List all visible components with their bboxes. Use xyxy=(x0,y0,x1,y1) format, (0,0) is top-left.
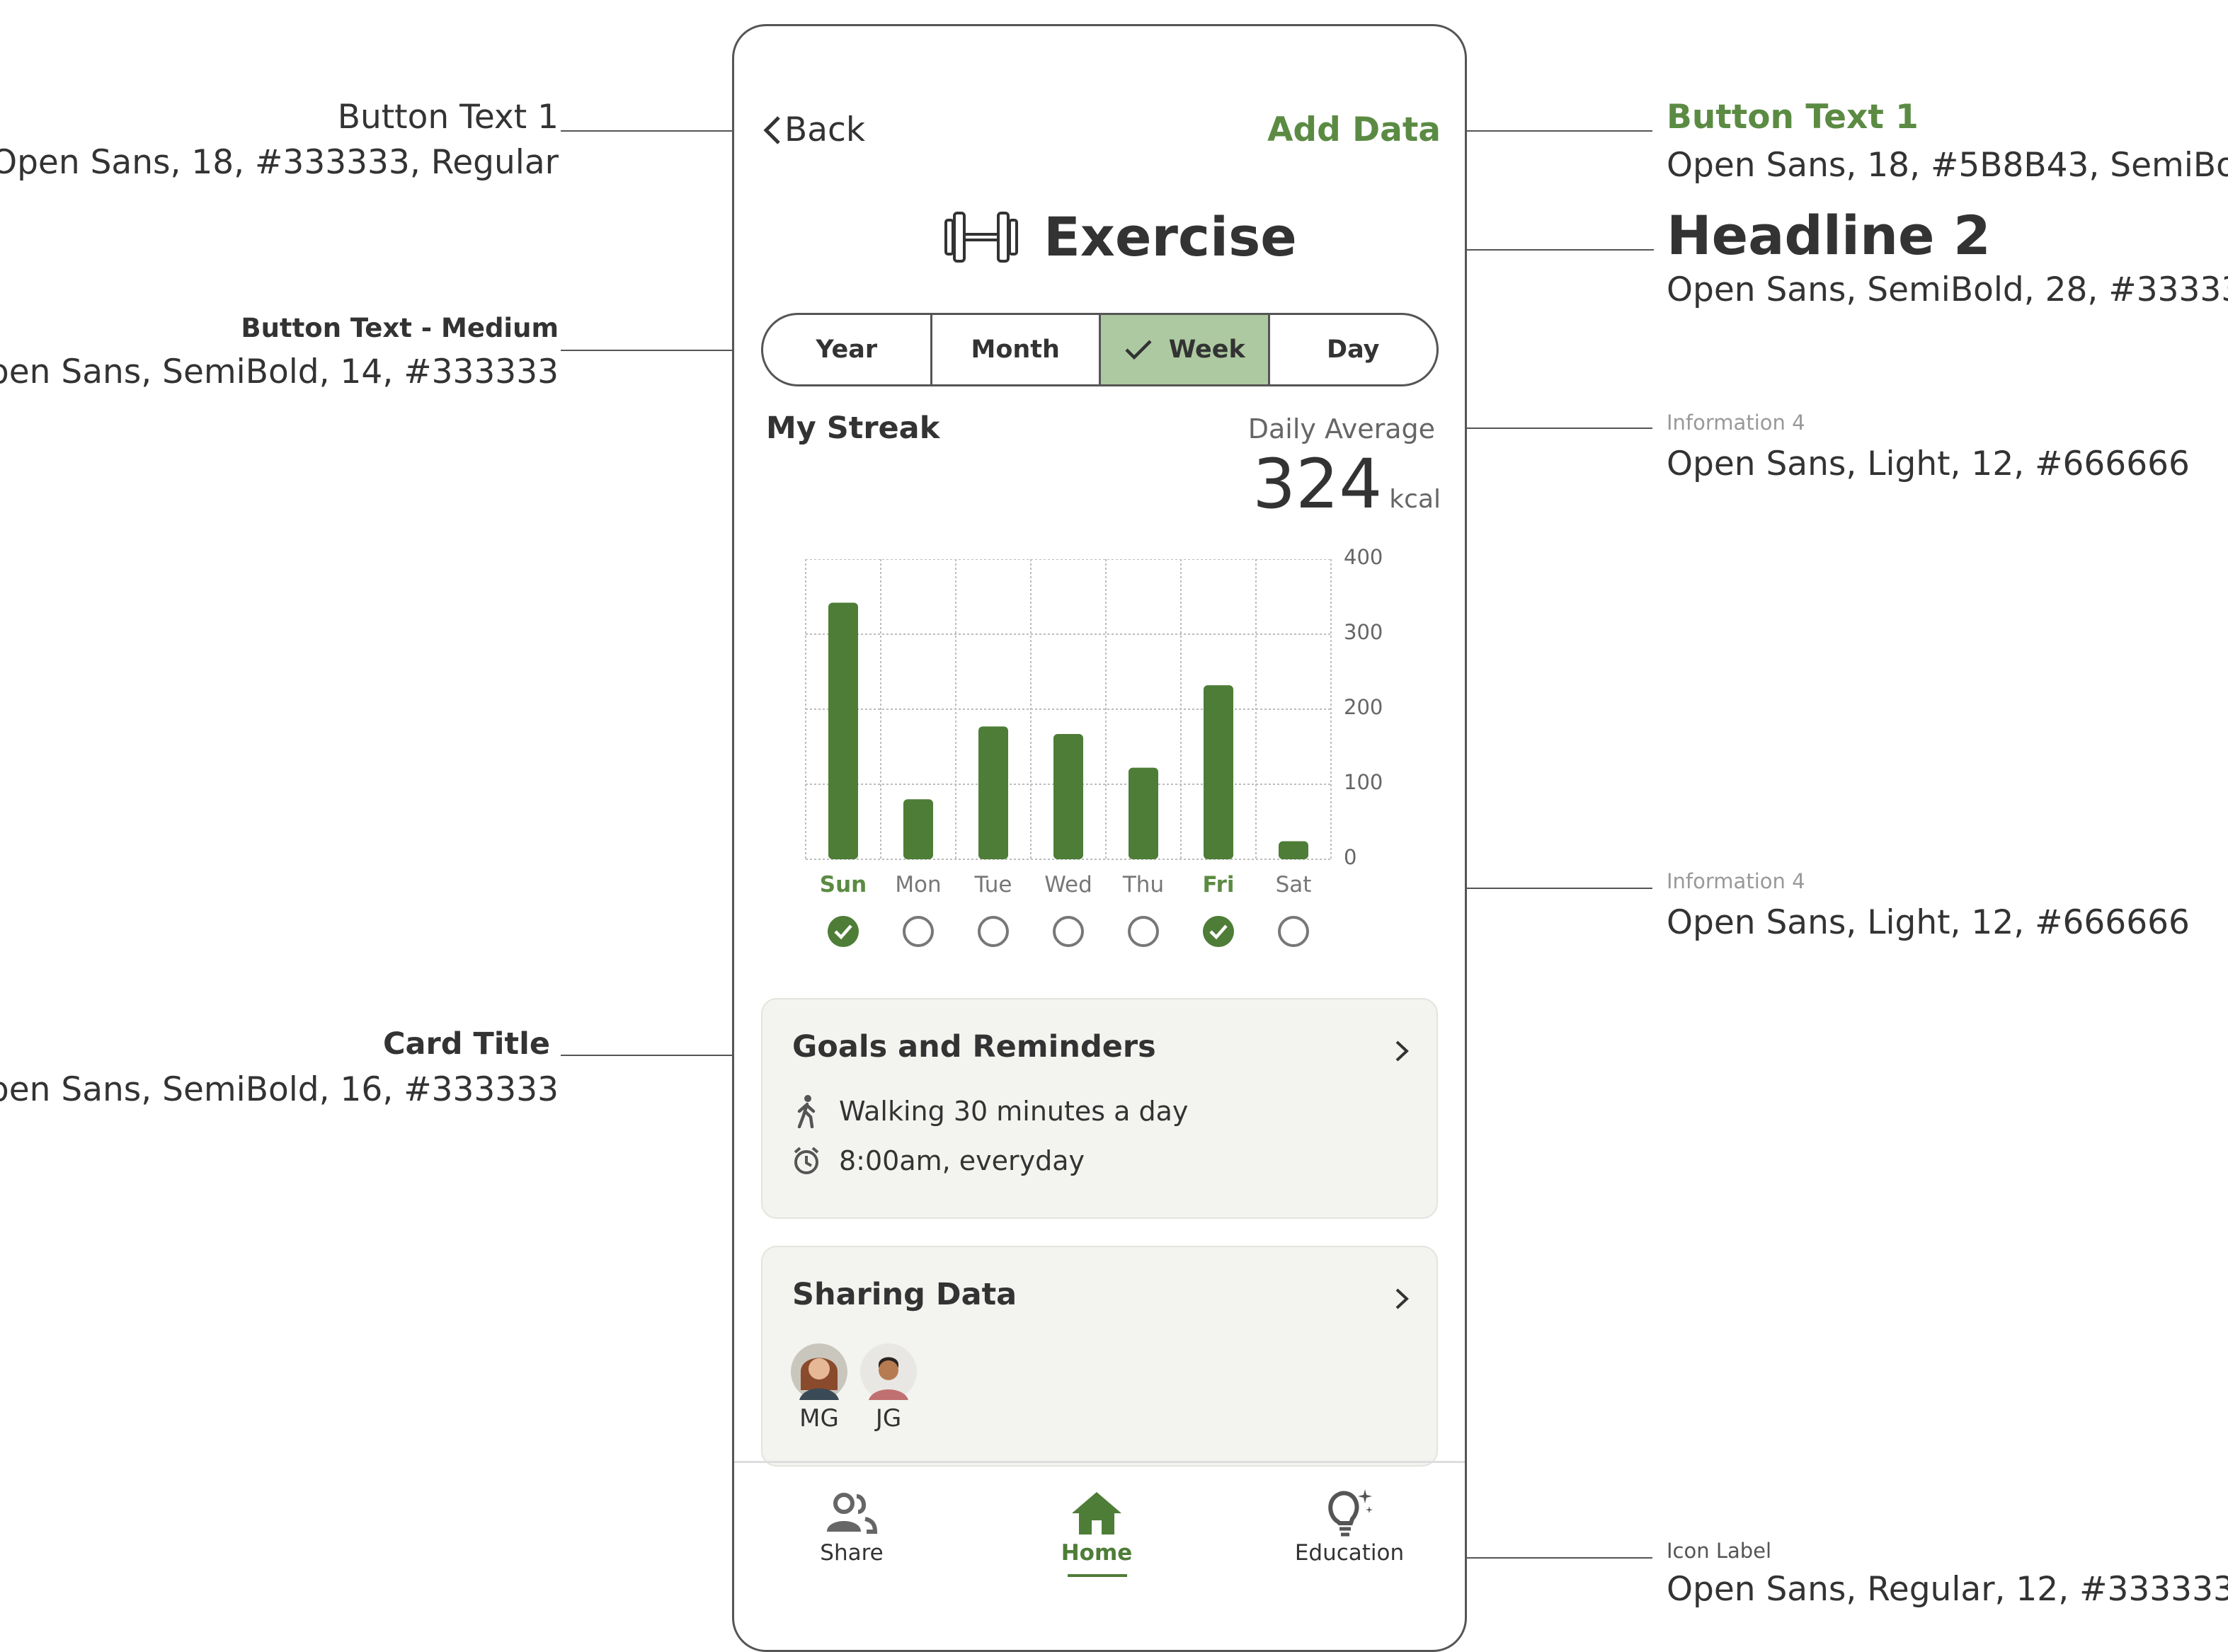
walking-icon xyxy=(797,1095,816,1128)
annotation-add-spec: Open Sans, 18, #5B8B43, SemiBold xyxy=(1667,146,2228,185)
y-tick-label: 400 xyxy=(1344,545,1383,569)
annotation-icon-name: Icon Label xyxy=(1667,1539,1772,1563)
bar-mon xyxy=(903,799,933,859)
streak-title: My Streak xyxy=(766,411,940,446)
daily-average-unit: kcal xyxy=(1389,485,1441,514)
annotation-seg-spec: Open Sans, SemiBold, 14, #333333 xyxy=(0,352,559,391)
alarm-clock-icon xyxy=(794,1147,819,1174)
completion-circle-sun[interactable] xyxy=(828,916,859,947)
add-data-button[interactable]: Add Data xyxy=(1267,110,1441,149)
checkmark-icon xyxy=(834,924,852,940)
x-tick-label-sun: Sun xyxy=(819,872,867,897)
chevron-left-icon xyxy=(763,115,780,144)
tab-week-label: Week xyxy=(1168,335,1245,364)
goals-card-title: Goals and Reminders xyxy=(792,1029,1156,1065)
bar-sun xyxy=(828,602,858,859)
annotation-avg-spec: Open Sans, Light, 12, #666666 xyxy=(1667,444,2190,483)
x-tick-label-tue: Tue xyxy=(974,872,1012,897)
annotation-avg-name: Information 4 xyxy=(1667,411,1805,435)
x-tick-label-mon: Mon xyxy=(895,872,942,897)
annotation-seg-name: Button Text - Medium xyxy=(241,313,559,343)
y-tick-label: 100 xyxy=(1344,770,1383,794)
annotation-icon-spec: Open Sans, Regular, 12, #333333 xyxy=(1667,1570,2228,1609)
period-segmented-control: Year Month Week Day xyxy=(761,313,1439,386)
annotation-back-spec: Open Sans, 18, #333333, Regular xyxy=(0,143,559,182)
completion-circle-mon[interactable] xyxy=(903,916,934,947)
home-icon xyxy=(1072,1492,1121,1535)
checkmark-icon xyxy=(1209,924,1228,940)
checkmark-icon xyxy=(1125,340,1152,360)
bar-fri xyxy=(1204,685,1233,859)
avatar xyxy=(860,1343,917,1400)
completion-circle-sat[interactable] xyxy=(1278,916,1309,947)
annotation-add-name: Button Text 1 xyxy=(1667,98,1919,137)
bar-thu xyxy=(1129,767,1158,859)
completion-circle-fri[interactable] xyxy=(1203,916,1234,947)
annotation-axis-spec: Open Sans, Light, 12, #666666 xyxy=(1667,903,2190,942)
goal-item-walking: Walking 30 minutes a day xyxy=(792,1094,1188,1128)
x-tick-label-fri: Fri xyxy=(1202,872,1235,897)
annotation-title-spec: Open Sans, SemiBold, 28, #333333 xyxy=(1667,270,2228,309)
y-tick-label: 0 xyxy=(1344,845,1357,869)
sharing-card-title: Sharing Data xyxy=(792,1277,1017,1312)
active-indicator xyxy=(1068,1574,1127,1577)
goal-item-reminder-text: 8:00am, everyday xyxy=(839,1145,1085,1176)
nav-home-label: Home xyxy=(1061,1540,1133,1566)
avatar-mg[interactable]: MG xyxy=(791,1343,847,1433)
bar-sat xyxy=(1279,841,1308,859)
daily-average-label: Daily Average xyxy=(1247,413,1435,444)
goal-item-reminder: 8:00am, everyday xyxy=(792,1145,1085,1176)
chevron-right-icon xyxy=(1395,1288,1409,1309)
avatar-jg-label: JG xyxy=(875,1404,902,1433)
page-title-group: Exercise xyxy=(942,205,1297,268)
x-tick-label-wed: Wed xyxy=(1044,872,1092,897)
leader-line-add xyxy=(1446,130,1652,132)
x-tick-label-thu: Thu xyxy=(1122,872,1165,897)
lightbulb-icon xyxy=(1328,1489,1373,1537)
tab-day[interactable]: Day xyxy=(1270,315,1437,384)
avatar-mg-label: MG xyxy=(799,1404,839,1433)
tab-week[interactable]: Week xyxy=(1101,315,1270,384)
bottom-nav-divider xyxy=(734,1461,1465,1463)
annotation-card-name: Card Title xyxy=(382,1026,550,1062)
annotation-axis-name: Information 4 xyxy=(1667,869,1805,893)
completion-circle-thu[interactable] xyxy=(1128,916,1159,947)
bar-wed xyxy=(1053,733,1083,859)
goal-item-walking-text: Walking 30 minutes a day xyxy=(839,1096,1189,1127)
sharing-card[interactable]: Sharing Data MG JG xyxy=(761,1246,1438,1467)
back-button[interactable]: Back xyxy=(760,110,865,149)
y-tick-label: 300 xyxy=(1344,620,1383,644)
nav-education-label: Education xyxy=(1294,1540,1405,1566)
x-tick-label-sat: Sat xyxy=(1275,872,1312,897)
page-title: Exercise xyxy=(1044,205,1297,268)
daily-average-value: 324 xyxy=(1252,444,1383,524)
completion-circle-wed[interactable] xyxy=(1053,916,1084,947)
annotation-back-name: Button Text 1 xyxy=(337,98,559,137)
dumbbell-icon xyxy=(944,211,1018,263)
tab-year[interactable]: Year xyxy=(763,315,932,384)
daily-average-value-group: 324 kcal xyxy=(1252,444,1441,524)
annotation-card-spec: Open Sans, SemiBold, 16, #333333 xyxy=(0,1070,559,1109)
avatar-jg[interactable]: JG xyxy=(860,1343,917,1433)
tab-month[interactable]: Month xyxy=(932,315,1101,384)
people-icon xyxy=(827,1493,878,1534)
y-tick-label: 200 xyxy=(1344,695,1383,719)
bar-tue xyxy=(978,726,1008,859)
goals-card[interactable]: Goals and Reminders Walking 30 minutes a… xyxy=(761,998,1438,1219)
back-label: Back xyxy=(784,110,866,149)
nav-share-label: Share xyxy=(820,1540,884,1566)
avatar xyxy=(791,1343,847,1400)
chevron-right-icon xyxy=(1395,1040,1409,1062)
leader-line-avg xyxy=(1446,428,1652,429)
completion-circle-tue[interactable] xyxy=(978,916,1009,947)
annotation-title-name: Headline 2 xyxy=(1667,204,1991,267)
streak-bar-chart xyxy=(805,559,1332,860)
